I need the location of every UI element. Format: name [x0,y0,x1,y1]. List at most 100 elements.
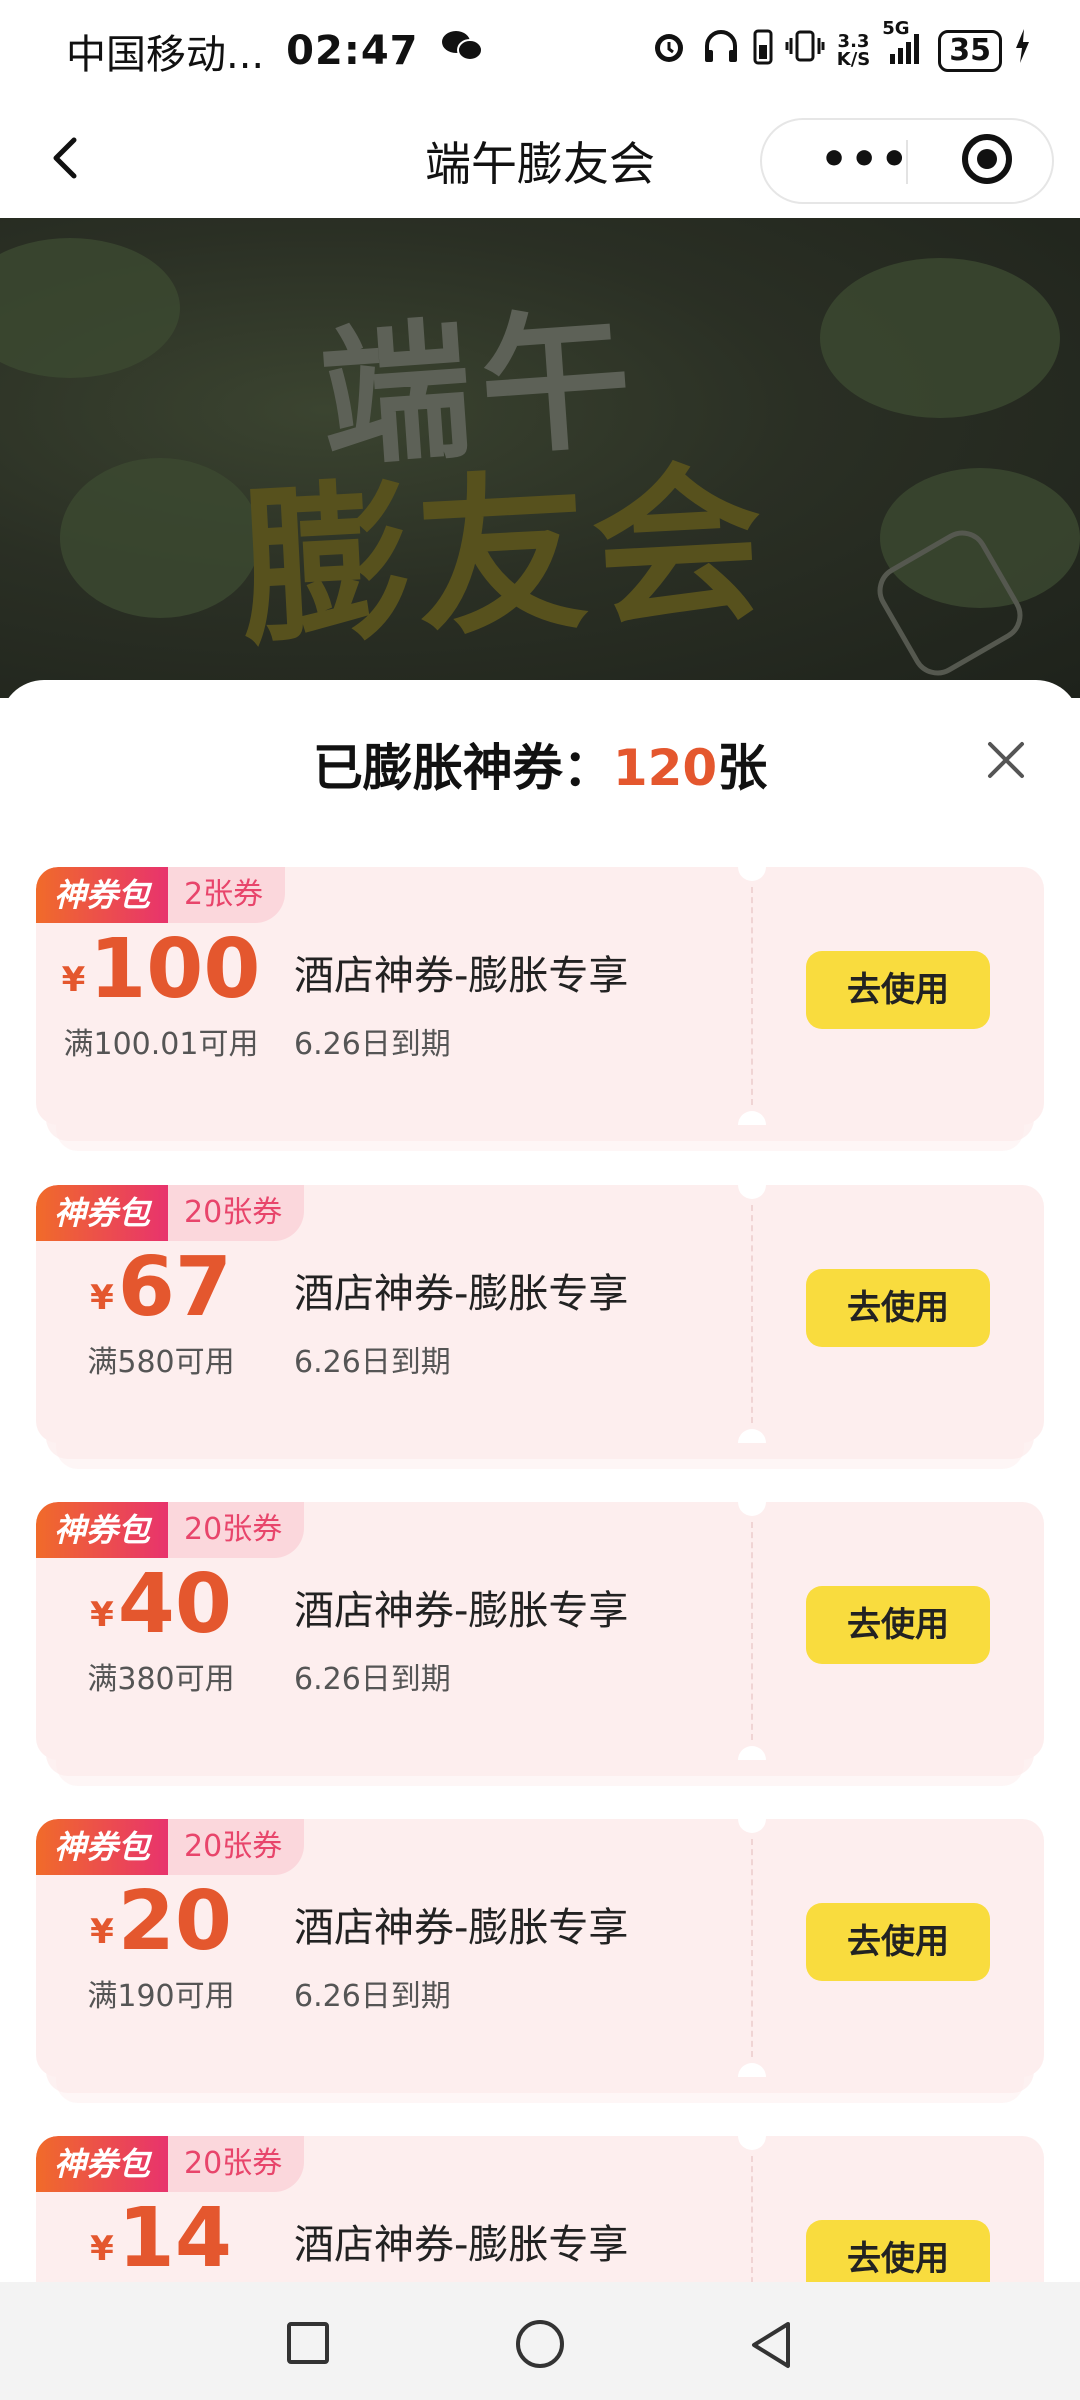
coupon-condition: 满190可用 [87,1979,235,2014]
leaf-decoration [60,458,260,618]
close-sheet-button[interactable] [978,732,1034,788]
coupon-tag: 神券包 2张券 [36,867,286,923]
recent-apps-button[interactable] [287,2322,329,2364]
triangle-back-icon [752,2322,790,2368]
coupon-condition: 满380可用 [87,1662,235,1697]
leaf-decoration [820,258,1060,418]
currency-symbol: ¥ [90,1595,114,1635]
coupon-tag-label: 神券包 [36,2136,169,2192]
device-battery-icon [753,27,773,74]
system-nav-bar [0,2282,1080,2400]
vibrate-icon [785,26,825,75]
coupon-condition: 满580可用 [87,1345,235,1380]
sheet-title: 已膨胀神券：120张 [0,728,1080,800]
coupon-tag: 神券包 20张券 [36,2136,305,2192]
currency-symbol: ¥ [90,2229,114,2269]
coupon-title: 酒店神券-膨胀专享 [294,2222,629,2268]
carrier-label: 中国移动... [66,32,265,78]
coupon-tag-label: 神券包 [36,1502,169,1558]
signal-label: 5G [882,18,910,39]
net-speed-value: 3.3 [837,30,870,52]
home-button[interactable] [516,2320,564,2368]
status-bar: 中国移动... 02:47 3.3 K/S 5G 35 [0,0,1080,100]
sheet-title-prefix: 已膨胀神券： [312,739,613,797]
coupon-price: ¥20 [36,1877,286,1967]
coupon-count: 120 [612,739,718,797]
coupon-tag: 神券包 20张券 [36,1502,305,1558]
close-icon [988,742,1024,778]
coupon-body: 神券包 20张券 ¥40 满380可用 酒店神券-膨胀专享 6.26日到期 去使… [36,1502,1044,1760]
more-menu-button[interactable]: ••• [820,138,910,182]
coupon-price: ¥40 [36,1560,286,1650]
coupon-qty-label: 20张券 [168,1819,305,1875]
coupon-card: 神券包 20张券 ¥67 满580可用 酒店神券-膨胀专享 6.26日到期 去使… [36,1185,1044,1469]
coupon-tag-label: 神券包 [36,867,169,923]
headphones-icon [701,26,741,75]
capsule-divider [906,140,908,184]
coupon-tag: 神券包 20张券 [36,1185,305,1241]
card-notch [738,1111,766,1125]
coupon-card: 神券包 2张券 ¥100 满100.01可用 酒店神券-膨胀专享 6.26日到期… [36,867,1044,1151]
use-coupon-button[interactable]: 去使用 [806,1586,990,1664]
coupon-qty-label: 20张券 [168,1185,305,1241]
coupon-body: 神券包 20张券 ¥67 满580可用 酒店神券-膨胀专享 6.26日到期 去使… [36,1185,1044,1443]
banner-heading-line2: 膨友会 [236,444,774,670]
coupon-expiry: 6.26日到期 [294,1662,451,1697]
coupon-qty-label: 20张券 [168,2136,305,2192]
card-notch [738,867,766,881]
card-notch [738,2136,766,2150]
battery-indicator: 35 [938,29,1002,72]
coupon-tag-label: 神券包 [36,1819,169,1875]
coupon-title: 酒店神券-膨胀专享 [294,1588,629,1634]
coupon-condition: 满100.01可用 [63,1027,259,1062]
charging-icon [1014,29,1030,72]
net-speed-unit: K/S [836,48,871,70]
net-speed: 3.3 K/S [836,30,871,70]
event-banner: 端午 膨友会 [0,218,1080,698]
coupon-qty-label: 20张券 [168,1502,305,1558]
use-coupon-button[interactable]: 去使用 [806,951,990,1029]
leaf-decoration [0,238,180,378]
wechat-icon [440,28,484,74]
coupon-price: ¥14 [36,2194,286,2284]
coupon-card: 神券包 20张券 ¥40 满380可用 酒店神券-膨胀专享 6.26日到期 去使… [36,1502,1044,1786]
card-notch [738,2063,766,2077]
coupon-body: 神券包 2张券 ¥100 满100.01可用 酒店神券-膨胀专享 6.26日到期… [36,867,1044,1125]
system-back-button[interactable] [746,2318,796,2372]
coupon-amount: 14 [117,2191,232,2286]
card-notch [738,1819,766,1833]
card-divider [751,1522,753,1740]
signal-5g-icon: 5G [882,20,926,75]
coupon-body: 神券包 20张券 ¥20 满190可用 酒店神券-膨胀专享 6.26日到期 去使… [36,1819,1044,2077]
currency-symbol: ¥ [90,1278,114,1318]
miniprogram-capsule: ••• [760,118,1054,204]
coupon-expiry: 6.26日到期 [294,1979,451,2014]
currency-symbol: ¥ [90,1912,114,1952]
use-coupon-button[interactable]: 去使用 [806,1903,990,1981]
card-notch [738,1746,766,1760]
coupon-card: 神券包 20张券 ¥20 满190可用 酒店神券-膨胀专享 6.26日到期 去使… [36,1819,1044,2103]
coupon-title: 酒店神券-膨胀专享 [294,1271,629,1317]
coupon-expiry: 6.26日到期 [294,1027,451,1062]
card-divider [751,887,753,1105]
card-divider [751,1839,753,2057]
status-left: 中国移动... 02:47 [66,22,484,80]
use-coupon-button[interactable]: 去使用 [806,1269,990,1347]
coupon-title: 酒店神券-膨胀专享 [294,953,629,999]
coupon-qty-label: 2张券 [168,867,286,923]
alarm-icon [649,26,689,75]
coupon-price: ¥67 [36,1243,286,1333]
coupon-expiry: 6.26日到期 [294,1345,451,1380]
coupon-price: ¥100 [36,925,286,1015]
coupon-tag-label: 神券包 [36,1185,169,1241]
close-miniprogram-button[interactable] [962,134,1012,184]
card-notch [738,1502,766,1516]
card-notch [738,1429,766,1443]
coupon-sheet: 已膨胀神券：120张 神券包 2张券 ¥100 满100.01可用 酒店神券-膨… [0,680,1080,2394]
coupon-amount: 20 [117,1874,232,1969]
coupon-tag: 神券包 20张券 [36,1819,305,1875]
coupon-amount: 100 [89,922,261,1017]
status-right: 3.3 K/S 5G 35 [649,20,1030,75]
nav-bar: 端午膨友会 ••• [0,100,1080,218]
card-notch [738,1185,766,1199]
